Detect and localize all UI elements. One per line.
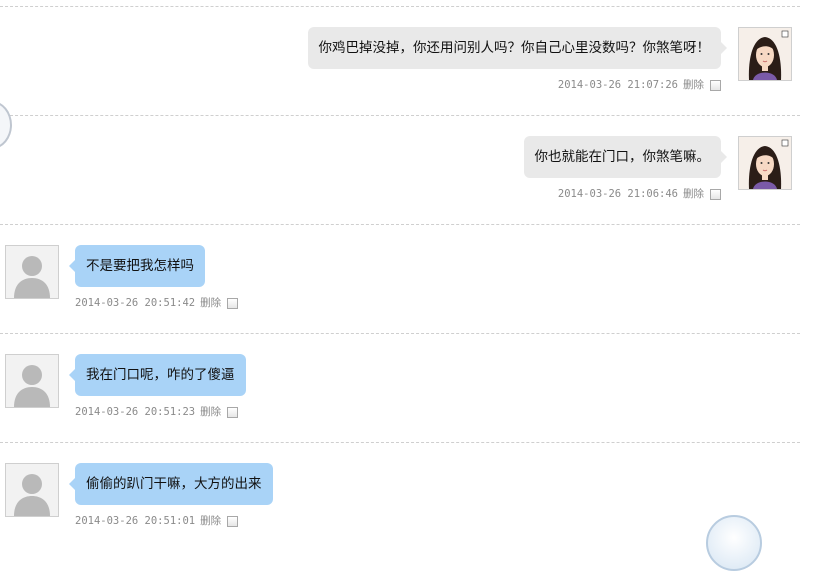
message-text: 我在门口呢，咋的了傻逼 bbox=[86, 367, 235, 383]
delete-link[interactable]: 删除 bbox=[200, 513, 221, 529]
default-user-icon bbox=[6, 246, 58, 298]
message-bubble: 你鸡巴掉没掉，你还用问别人吗？你自己心里没数吗？你煞笔呀！ bbox=[307, 27, 727, 69]
avatar[interactable] bbox=[738, 27, 792, 81]
message-item-sent: 你鸡巴掉没掉，你还用问别人吗？你自己心里没数吗？你煞笔呀！ 2014-03-26… bbox=[0, 6, 800, 115]
message-bubble: 偷偷的趴门干嘛，大方的出来 bbox=[69, 463, 273, 505]
select-checkbox[interactable] bbox=[227, 297, 239, 309]
select-checkbox[interactable] bbox=[227, 406, 239, 418]
message-text: 你鸡巴掉没掉，你还用问别人吗？你自己心里没数吗？你煞笔呀！ bbox=[318, 40, 711, 56]
message-item-received: 我在门口呢，咋的了傻逼 2014-03-26 20:51:23 删除 bbox=[0, 333, 800, 442]
timestamp: 2014-03-26 20:51:42 bbox=[75, 297, 196, 309]
message-meta: 2014-03-26 20:51:01 删除 bbox=[75, 513, 239, 529]
message-meta: 2014-03-26 21:06:46 删除 bbox=[558, 186, 721, 202]
timestamp: 2014-03-26 21:07:26 bbox=[557, 79, 678, 91]
delete-link[interactable]: 删除 bbox=[683, 77, 704, 93]
message-item-received: 不是要把我怎样吗 2014-03-26 20:51:42 删除 bbox=[0, 224, 800, 333]
message-bubble: 你也就能在门口，你煞笔嘛。 bbox=[523, 136, 727, 178]
message-meta: 2014-03-26 20:51:42 删除 bbox=[75, 295, 239, 311]
delete-link[interactable]: 删除 bbox=[200, 295, 221, 311]
default-user-icon bbox=[6, 464, 58, 516]
select-checkbox[interactable] bbox=[227, 515, 239, 527]
avatar[interactable] bbox=[5, 245, 59, 299]
default-user-icon bbox=[6, 355, 58, 407]
message-text: 不是要把我怎样吗 bbox=[86, 258, 194, 274]
timestamp: 2014-03-26 21:06:46 bbox=[557, 188, 678, 200]
message-text: 偷偷的趴门干嘛，大方的出来 bbox=[86, 476, 262, 492]
timestamp: 2014-03-26 20:51:01 bbox=[75, 515, 196, 527]
message-meta: 2014-03-26 20:51:23 删除 bbox=[75, 404, 239, 420]
message-text: 你也就能在门口，你煞笔嘛。 bbox=[534, 149, 711, 165]
avatar[interactable] bbox=[5, 354, 59, 408]
message-item-received: 偷偷的趴门干嘛，大方的出来 2014-03-26 20:51:01 删除 bbox=[0, 442, 800, 532]
message-bubble: 我在门口呢，咋的了傻逼 bbox=[69, 354, 246, 396]
avatar[interactable] bbox=[5, 463, 59, 517]
delete-link[interactable]: 删除 bbox=[200, 404, 221, 420]
delete-link[interactable]: 删除 bbox=[683, 186, 704, 202]
message-bubble: 不是要把我怎样吗 bbox=[69, 245, 205, 287]
message-item-sent: 你也就能在门口，你煞笔嘛。 2014-03-26 21:06:46 删除 bbox=[0, 115, 800, 224]
select-checkbox[interactable] bbox=[710, 188, 721, 200]
message-thread: 你鸡巴掉没掉，你还用问别人吗？你自己心里没数吗？你煞笔呀！ 2014-03-26… bbox=[0, 0, 800, 532]
female-portrait-icon bbox=[739, 28, 791, 80]
message-meta: 2014-03-26 21:07:26 删除 bbox=[558, 77, 721, 93]
timestamp: 2014-03-26 20:51:23 bbox=[75, 406, 196, 418]
floating-widget-icon[interactable] bbox=[706, 515, 762, 571]
select-checkbox[interactable] bbox=[710, 79, 721, 91]
female-portrait-icon bbox=[739, 137, 791, 189]
avatar[interactable] bbox=[738, 136, 792, 190]
